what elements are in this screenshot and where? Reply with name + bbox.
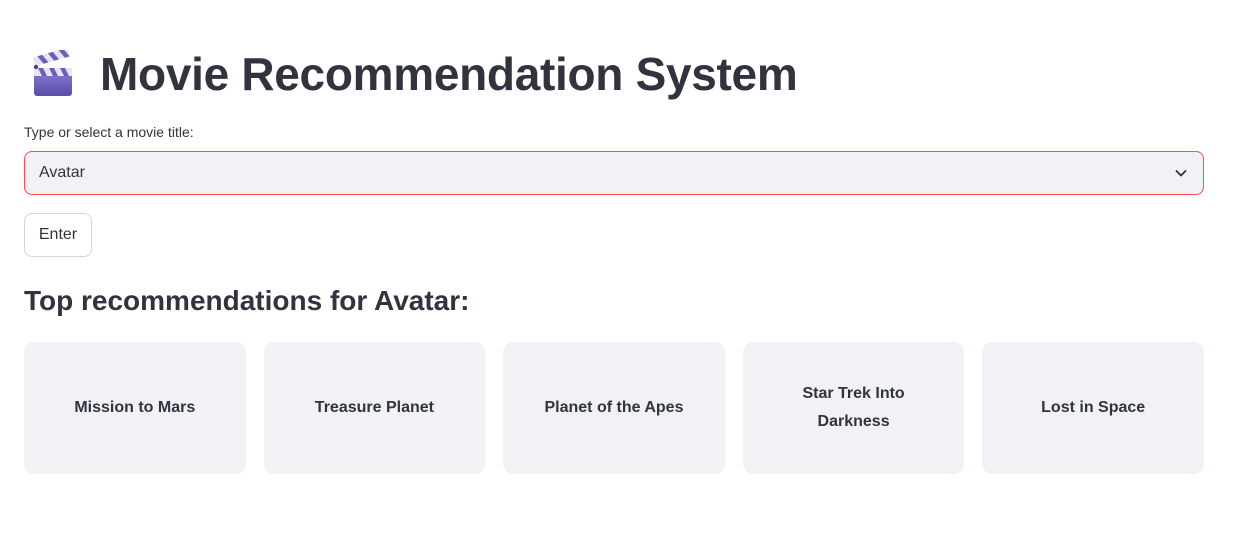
enter-button[interactable]: Enter	[24, 213, 92, 257]
recommendation-title: Treasure Planet	[314, 399, 434, 416]
chevron-down-icon[interactable]	[1173, 165, 1189, 181]
recommendation-card[interactable]: Planet of the Apes	[503, 342, 725, 474]
recommendation-card[interactable]: Lost in Space	[982, 342, 1204, 474]
title-row: Movie Recommendation System	[30, 44, 798, 104]
page-title: Movie Recommendation System	[100, 48, 798, 100]
recommendation-card[interactable]: Star Trek Into Darkness	[742, 342, 965, 474]
recommendations-heading: Top recommendations for Avatar:	[24, 285, 470, 316]
movie-select-value[interactable]: Avatar	[39, 164, 1173, 182]
recommendation-title: Lost in Space	[1041, 399, 1146, 416]
recommendation-title: Star Trek Into Darkness	[802, 385, 905, 430]
movie-select-label: Type or select a movie title:	[24, 124, 194, 140]
recommendation-card[interactable]: Mission to Mars	[24, 342, 246, 474]
app-page: Movie Recommendation System Type or sele…	[0, 0, 1252, 550]
clapperboard-icon	[32, 50, 72, 96]
movie-select[interactable]: Avatar	[24, 151, 1204, 195]
recommendation-title: Planet of the Apes	[544, 399, 684, 416]
recommendation-cards: Mission to Mars Treasure Planet Planet o…	[24, 342, 1204, 474]
recommendation-title: Mission to Mars	[74, 399, 196, 416]
recommendation-card[interactable]: Treasure Planet	[263, 342, 486, 474]
